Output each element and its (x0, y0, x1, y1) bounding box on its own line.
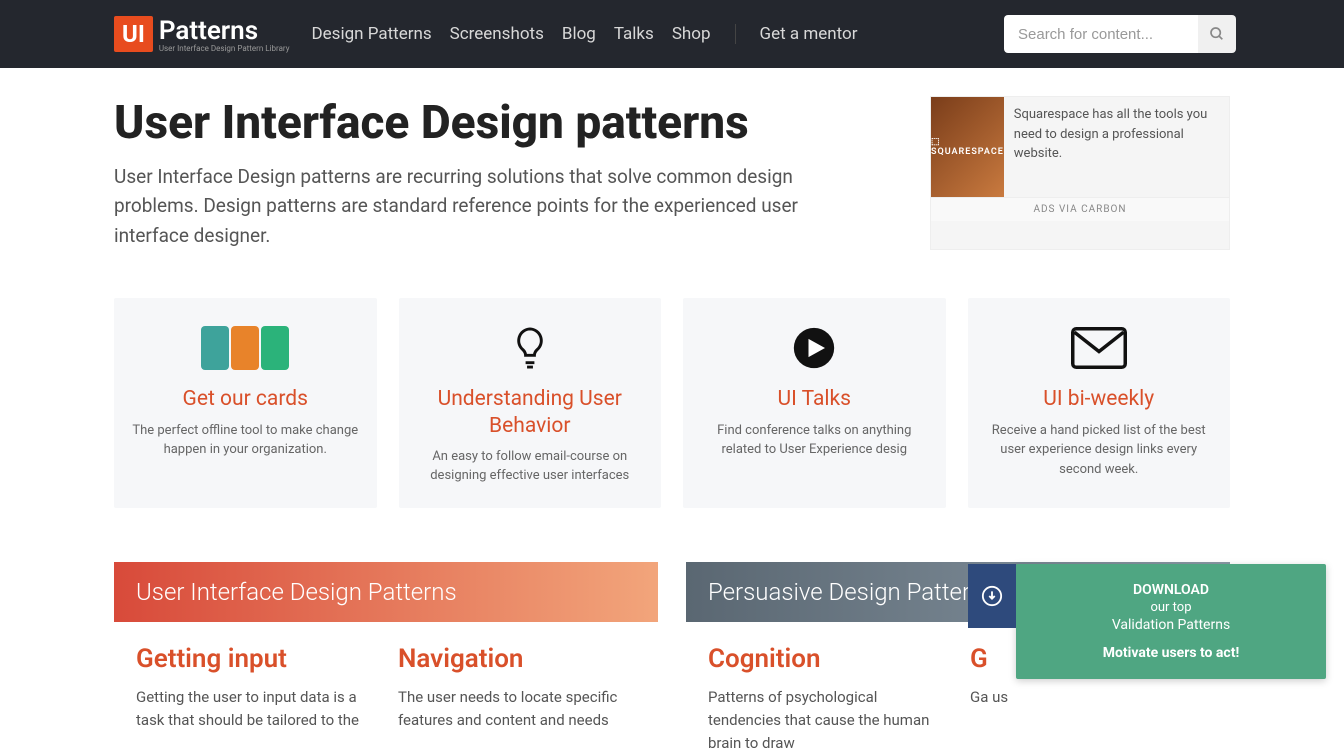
col-title: Getting input (136, 644, 374, 674)
play-icon (701, 320, 928, 376)
lightbulb-icon (417, 320, 644, 376)
promo-title: Get our cards (132, 386, 359, 412)
nav-talks[interactable]: Talks (614, 24, 654, 44)
search-wrap (1004, 15, 1236, 53)
promo-biweekly[interactable]: UI bi-weekly Receive a hand picked list … (968, 298, 1231, 508)
ad-box[interactable]: ⬚ SQUARESPACE Squarespace has all the to… (930, 96, 1230, 250)
nav-blog[interactable]: Blog (562, 24, 596, 44)
popup-line1: DOWNLOAD (1040, 582, 1302, 598)
download-icon (968, 564, 1016, 628)
get-mentor-link[interactable]: Get a mentor (735, 24, 858, 44)
promo-row: Get our cards The perfect offline tool t… (114, 298, 1230, 508)
cards-icon (132, 320, 359, 376)
col-getting-input[interactable]: Getting input Getting the user to input … (136, 644, 374, 733)
promo-title: UI bi-weekly (986, 386, 1213, 412)
col-desc: Getting the user to input data is a task… (136, 686, 374, 733)
hero: User Interface Design patterns User Inte… (114, 68, 1230, 250)
popup-cta: Motivate users to act! (1040, 645, 1302, 661)
promo-desc: Receive a hand picked list of the best u… (986, 421, 1213, 480)
search-input[interactable] (1004, 15, 1198, 53)
ad-text: Squarespace has all the tools you need t… (1004, 97, 1229, 197)
promo-desc: The perfect offline tool to make change … (132, 421, 359, 460)
promo-cards[interactable]: Get our cards The perfect offline tool t… (114, 298, 377, 508)
ad-attribution: ADS VIA CARBON (931, 197, 1229, 221)
logo-subtitle: User Interface Design Pattern Library (159, 44, 290, 53)
logo[interactable]: UI Patterns User Interface Design Patter… (114, 16, 290, 53)
col-title: Navigation (398, 644, 636, 674)
popup-line2: our top (1040, 600, 1302, 615)
col-desc: Ga us (970, 686, 1208, 709)
nav-design-patterns[interactable]: Design Patterns (312, 24, 432, 44)
nav-shop[interactable]: Shop (672, 24, 711, 44)
logo-ui-badge: UI (114, 16, 153, 52)
col-cognition[interactable]: Cognition Patterns of psychological tend… (708, 644, 946, 756)
search-button[interactable] (1198, 15, 1236, 53)
main-nav: Design Patterns Screenshots Blog Talks S… (312, 24, 711, 44)
section-header: User Interface Design Patterns (114, 562, 658, 622)
promo-desc: Find conference talks on anything relate… (701, 421, 928, 460)
col-desc: Patterns of psychological tendencies tha… (708, 686, 946, 756)
section-ui-patterns: User Interface Design Patterns Getting i… (114, 562, 658, 756)
logo-text: Patterns (159, 16, 258, 46)
page-title: User Interface Design patterns (114, 96, 902, 150)
download-popup[interactable]: DOWNLOAD our top Validation Patterns Mot… (1016, 564, 1326, 679)
promo-behavior[interactable]: Understanding User Behavior An easy to f… (399, 298, 662, 508)
promo-title: UI Talks (701, 386, 928, 412)
header: UI Patterns User Interface Design Patter… (0, 0, 1344, 68)
nav-screenshots[interactable]: Screenshots (450, 24, 544, 44)
popup-line3: Validation Patterns (1040, 617, 1302, 633)
promo-title: Understanding User Behavior (417, 386, 644, 439)
ad-image: ⬚ SQUARESPACE (931, 97, 1004, 197)
search-icon (1209, 26, 1225, 42)
promo-desc: An easy to follow email-course on design… (417, 447, 644, 486)
col-title: Cognition (708, 644, 946, 674)
page-description: User Interface Design patterns are recur… (114, 162, 814, 250)
promo-talks[interactable]: UI Talks Find conference talks on anythi… (683, 298, 946, 508)
envelope-icon (986, 320, 1213, 376)
col-desc: The user needs to locate specific featur… (398, 686, 636, 733)
col-navigation[interactable]: Navigation The user needs to locate spec… (398, 644, 636, 733)
